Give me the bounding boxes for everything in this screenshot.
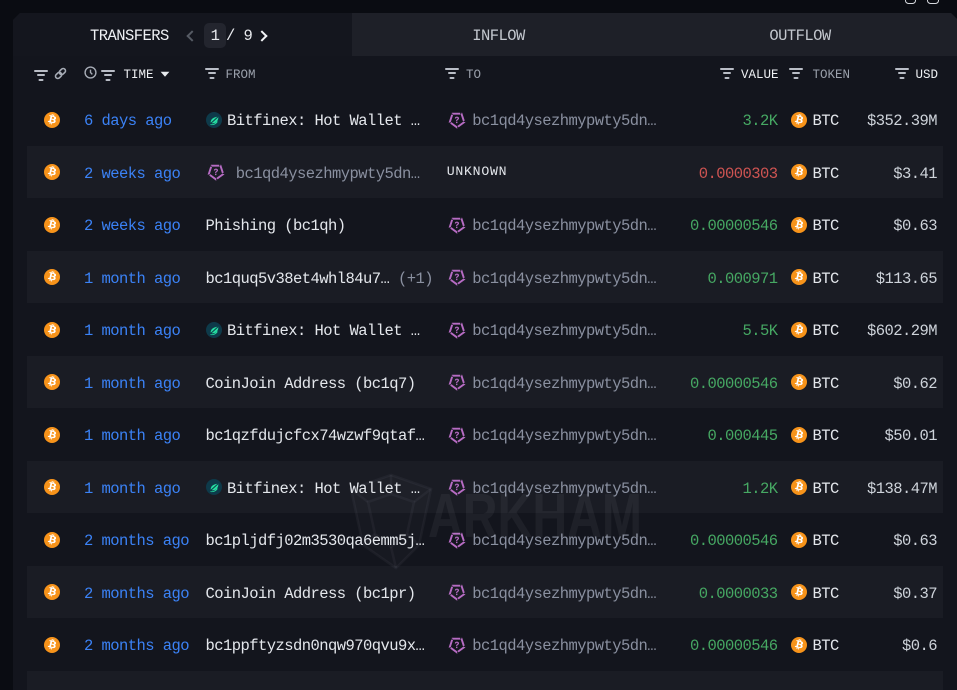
svg-text:ARKHAM: ARKHAM <box>428 482 642 551</box>
